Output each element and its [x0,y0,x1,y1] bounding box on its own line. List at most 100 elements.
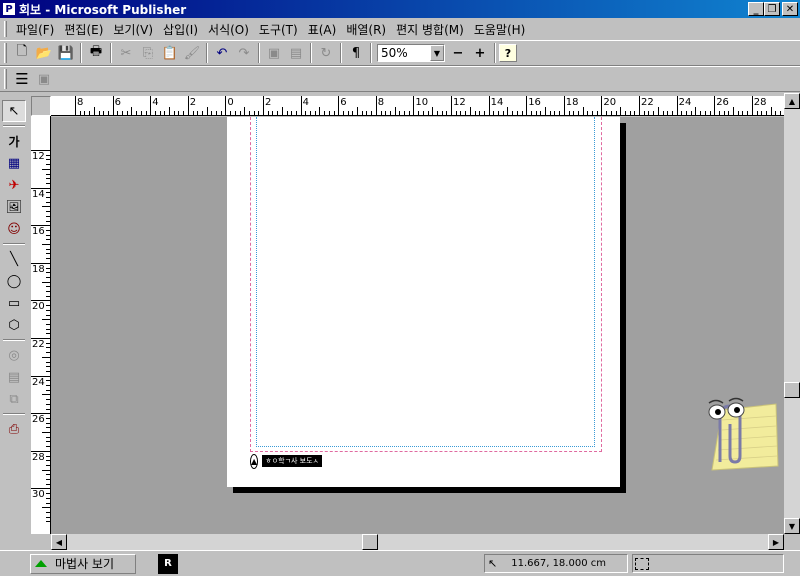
ruler-tick [46,464,50,466]
clipart-icon[interactable]: ☺ [2,218,26,240]
standard-toolbar: 🗋 📂 💾 🖶 ✂ ⎘ 📋 🖌 ↶ ↷ ▣ ▤ ↻ ¶ 50% ▼ − + ? [0,40,800,66]
rectangle-icon[interactable]: ▭ [2,292,26,314]
document-page[interactable]: ▲ ㅎㅇ학ㄱ사 보도ㅅ [227,117,620,487]
align-icon[interactable]: ☰ [11,68,33,90]
ruler-tick [286,111,288,115]
text-frame-icon[interactable]: 가 [2,130,26,152]
page-navigation[interactable]: R [158,553,178,574]
format-painter-icon[interactable]: 🖌 [181,42,203,64]
workspace[interactable]: ▲ ㅎㅇ학ㄱ사 보도ㅅ [51,117,784,534]
ruler-tick [592,111,593,115]
ruler-tick [333,111,335,115]
footer-text: ㅎㅇ학ㄱ사 보도ㅅ [262,455,322,467]
ruler-label: 22 [32,339,45,350]
copy-icon[interactable]: ⎘ [137,42,159,64]
ruler-label: 20 [603,97,617,108]
office-assistant[interactable] [682,380,782,475]
pointer-icon[interactable]: ↖ [2,100,26,122]
redo-icon[interactable]: ↷ [233,42,255,64]
ruler-tick [234,111,236,115]
menu-file[interactable]: 파일(F) [11,20,59,39]
show-wizard-button[interactable]: 마법사 보기 [30,553,136,574]
zoom-in-icon[interactable]: + [469,42,491,64]
ruler-tick [206,107,208,115]
special-characters-icon[interactable]: ¶ [345,42,367,64]
publisher-app-icon[interactable]: P [2,2,16,16]
ruler-tick [42,206,50,208]
vertical-scroll-thumb[interactable] [784,382,800,398]
rotate-icon[interactable]: ↻ [315,42,337,64]
scroll-right-button[interactable]: ▶ [768,534,784,550]
line-icon[interactable]: ╲ [2,248,26,270]
close-button[interactable]: ✕ [782,2,798,16]
menu-table[interactable]: 표(A) [303,20,342,39]
zoom-out-icon[interactable]: − [447,42,469,64]
vertical-scrollbar[interactable]: ▲ ▼ [784,93,800,534]
new-icon[interactable]: 🗋 [11,42,33,64]
ruler-tick [46,253,50,255]
footer-logo[interactable]: ▲ ㅎㅇ학ㄱ사 보도ㅅ [250,453,322,469]
ruler-tick [46,328,50,330]
ruler-tick [314,111,316,115]
bring-to-front-icon[interactable]: ▣ [263,42,285,64]
design-gallery-icon[interactable]: ◎ [2,344,26,366]
menu-arrange[interactable]: 배열(R) [341,20,391,39]
ruler-tick [615,111,617,115]
ruler-tick [422,111,424,115]
vertical-ruler[interactable]: 12 14 16 18 20 22 24 26 28 30 [31,116,51,534]
ruler-tick [42,319,50,321]
scroll-left-button[interactable]: ◀ [51,534,67,550]
menu-format[interactable]: 서식(O) [203,20,254,39]
menu-grip[interactable] [4,21,7,37]
minimize-button[interactable]: _ [748,2,764,16]
restore-button[interactable]: ❐ [764,2,780,16]
ruler-tick [46,455,50,457]
ruler-tick [244,107,246,115]
oval-icon[interactable]: ◯ [2,270,26,292]
save-icon[interactable]: 💾 [55,42,77,64]
send-to-back-icon[interactable]: ▤ [285,42,307,64]
horizontal-ruler[interactable]: 8 6 4 2 0 2 4 6 8 10 12 14 16 18 20 22 24 26 28 [51,96,784,116]
open-folder-icon[interactable]: 📂 [33,42,55,64]
undo-icon[interactable]: ↶ [211,42,233,64]
menu-edit[interactable]: 편집(E) [59,20,108,39]
ruler-tick [357,107,358,115]
insert-object-icon[interactable]: ⧉ [2,388,26,410]
ruler-label: 28 [753,97,767,108]
zoom-select[interactable]: 50% ▼ [377,44,445,62]
print-icon[interactable]: 🖶 [85,42,107,64]
menu-tools[interactable]: 도구(T) [254,20,303,39]
paste-icon[interactable]: 📋 [159,42,181,64]
toolbar-grip[interactable] [4,69,7,89]
ruler-tick [690,111,692,115]
ruler-tick [577,111,579,115]
wordart-icon[interactable]: ✈ [2,174,26,196]
ruler-tick [42,168,50,170]
ruler-label: 14 [490,97,504,108]
menu-insert[interactable]: 삽입(I) [158,20,203,39]
menu-view[interactable]: 보기(V) [108,20,158,39]
menu-mail-merge[interactable]: 편지 병합(M) [391,20,469,39]
ruler-tick [460,111,462,115]
toolbar-grip[interactable] [4,43,7,63]
picture-frame-icon[interactable]: 🖼 [2,196,26,218]
cut-icon[interactable]: ✂ [115,42,137,64]
help-icon[interactable]: ? [499,44,517,62]
scroll-up-button[interactable]: ▲ [784,93,800,109]
web-tool-icon[interactable]: ⎙ [2,418,26,440]
ruler-label: 10 [415,97,429,108]
custom-shape-icon[interactable]: ⬡ [2,314,26,336]
ruler-tick [718,111,720,115]
properties-icon[interactable]: ▣ [33,68,55,90]
ruler-label: 22 [641,97,654,108]
horizontal-scrollbar[interactable]: ◀ ▶ [51,534,784,550]
ruler-label: 30 [32,489,45,501]
scroll-down-button[interactable]: ▼ [784,518,800,534]
ruler-tick [46,427,50,429]
menu-help[interactable]: 도움말(H) [469,20,531,39]
ruler-corner[interactable] [31,96,51,116]
chevron-down-icon[interactable]: ▼ [430,45,444,61]
table-frame-icon[interactable]: ▦ [2,152,26,174]
horizontal-scroll-thumb[interactable] [362,534,378,550]
form-control-icon[interactable]: ▤ [2,366,26,388]
